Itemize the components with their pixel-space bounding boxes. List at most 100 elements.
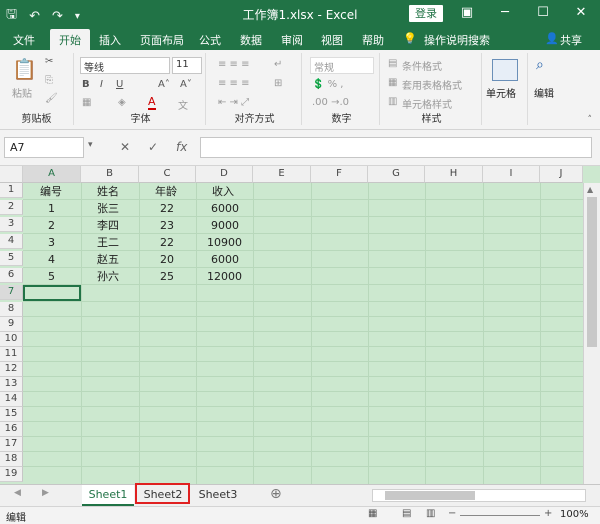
row-header[interactable]: 9 (0, 317, 23, 332)
wrap-text-icon[interactable]: ↵ (274, 59, 282, 70)
tab-data[interactable]: 数据 (240, 32, 262, 48)
row-header[interactable]: 18 (0, 452, 23, 467)
accounting-icon[interactable]: 💲 % , (312, 79, 344, 90)
cell[interactable]: 10900 (207, 235, 242, 250)
zoom-slider[interactable] (460, 515, 540, 516)
cell[interactable]: 6000 (211, 252, 239, 267)
decimal-icon[interactable]: .00 →.0 (312, 97, 349, 108)
copy-icon[interactable]: ⎘ (45, 75, 53, 86)
column-header[interactable]: G (368, 166, 425, 183)
row-header[interactable]: 1 (0, 183, 23, 198)
select-all-corner[interactable] (0, 166, 23, 183)
tab-page-layout[interactable]: 页面布局 (140, 32, 184, 48)
row-header[interactable]: 17 (0, 437, 23, 452)
table-format-button[interactable]: 套用表格格式 (402, 77, 462, 92)
tab-home[interactable]: 开始 (50, 29, 90, 50)
zoom-level[interactable]: 100% (560, 509, 589, 520)
close-icon[interactable]: ✕ (562, 0, 600, 28)
namebox-dropdown-icon[interactable]: ▾ (88, 140, 93, 150)
row-header[interactable]: 11 (0, 347, 23, 362)
hscroll-thumb[interactable] (385, 491, 475, 500)
cell[interactable]: 6000 (211, 201, 239, 216)
fill-color-icon[interactable]: ◈ (118, 97, 126, 108)
row-header[interactable]: 4 (0, 234, 23, 249)
shrink-font-icon[interactable]: A˅ (180, 79, 192, 90)
tab-file[interactable]: 文件 (13, 32, 35, 48)
row-header[interactable]: 12 (0, 362, 23, 377)
collapse-ribbon-icon[interactable]: ˄ (588, 115, 593, 125)
column-header[interactable]: J (540, 166, 583, 183)
next-sheet-icon[interactable]: ▶ (42, 488, 49, 498)
tab-formulas[interactable]: 公式 (199, 32, 221, 48)
prev-sheet-icon[interactable]: ◀ (14, 488, 21, 498)
column-header[interactable]: B (81, 166, 139, 183)
normal-view-icon[interactable]: ▦ (368, 508, 377, 519)
cell[interactable]: 23 (160, 218, 174, 233)
new-sheet-icon[interactable]: ⊕ (270, 486, 282, 502)
cell-style-button[interactable]: 单元格样式 (402, 96, 452, 111)
vertical-scrollbar[interactable]: ▲ (583, 183, 600, 484)
enter-icon[interactable]: ✓ (148, 140, 158, 154)
row-header[interactable]: 13 (0, 377, 23, 392)
italic-icon[interactable]: I (100, 79, 103, 90)
merge-icon[interactable]: ⊞ (274, 78, 282, 89)
editing-button[interactable]: 编辑 (534, 85, 554, 100)
zoom-in-icon[interactable]: + (544, 508, 552, 519)
ribbon-display-icon[interactable]: ▣ (448, 0, 486, 28)
tab-review[interactable]: 审阅 (281, 32, 303, 48)
cell[interactable]: 22 (160, 201, 174, 216)
column-header[interactable]: I (483, 166, 540, 183)
row-header[interactable]: 14 (0, 392, 23, 407)
cell[interactable]: 张三 (97, 201, 119, 216)
paste-button[interactable]: 粘贴 (12, 85, 32, 100)
selected-cell[interactable] (23, 285, 81, 301)
horizontal-scrollbar[interactable] (372, 489, 586, 502)
font-color-icon[interactable]: A (148, 95, 156, 110)
format-painter-icon[interactable]: 🖌 (45, 93, 58, 104)
tell-me-search[interactable]: 操作说明搜索 (424, 32, 490, 48)
align-top-icon[interactable]: ≡ ≡ ≡ (218, 59, 250, 70)
tab-help[interactable]: 帮助 (362, 32, 384, 48)
table-format-icon[interactable]: ▦ (388, 77, 397, 88)
cell[interactable]: 22 (160, 235, 174, 250)
page-break-view-icon[interactable]: ▥ (426, 508, 435, 519)
cell[interactable]: 王二 (97, 235, 119, 250)
cell[interactable]: 3 (48, 235, 55, 250)
login-button[interactable]: 登录 (409, 5, 443, 22)
tab-view[interactable]: 视图 (321, 32, 343, 48)
sheet-tab-1[interactable]: Sheet1 (82, 485, 134, 506)
row-header[interactable]: 10 (0, 332, 23, 347)
cell[interactable]: 12000 (207, 269, 242, 284)
column-header[interactable]: A (23, 166, 81, 183)
minimize-icon[interactable]: ─ (486, 0, 524, 28)
maximize-icon[interactable]: ☐ (524, 0, 562, 28)
row-header[interactable]: 5 (0, 251, 23, 266)
insert-function-icon[interactable]: fx (176, 140, 187, 154)
scroll-up-icon[interactable]: ▲ (587, 185, 593, 194)
row-header[interactable]: 3 (0, 217, 23, 232)
row-header[interactable]: 16 (0, 422, 23, 437)
cell[interactable]: 姓名 (97, 184, 119, 199)
cell[interactable]: 2 (48, 218, 55, 233)
cells-button[interactable]: 单元格 (486, 85, 516, 100)
cell[interactable]: 孙六 (97, 269, 119, 284)
row-header[interactable]: 7 (0, 285, 23, 300)
name-box[interactable]: A7 (4, 137, 84, 158)
cell[interactable]: 1 (48, 201, 55, 216)
cell[interactable]: 4 (48, 252, 55, 267)
font-size-combo[interactable]: 11 (172, 57, 202, 74)
cell[interactable]: 李四 (97, 218, 119, 233)
number-format-combo[interactable]: 常规 (310, 57, 374, 74)
row-header[interactable]: 15 (0, 407, 23, 422)
cells-icon[interactable] (492, 59, 518, 81)
cell[interactable]: 20 (160, 252, 174, 267)
cell[interactable]: 5 (48, 269, 55, 284)
column-header[interactable]: E (253, 166, 311, 183)
cell[interactable]: 编号 (40, 184, 62, 199)
cell[interactable]: 收入 (212, 184, 234, 199)
row-header[interactable]: 2 (0, 200, 23, 215)
row-header[interactable]: 19 (0, 467, 23, 482)
share-button[interactable]: 共享 (560, 32, 582, 48)
column-header[interactable]: D (196, 166, 253, 183)
border-icon[interactable]: ▦ (82, 97, 91, 108)
